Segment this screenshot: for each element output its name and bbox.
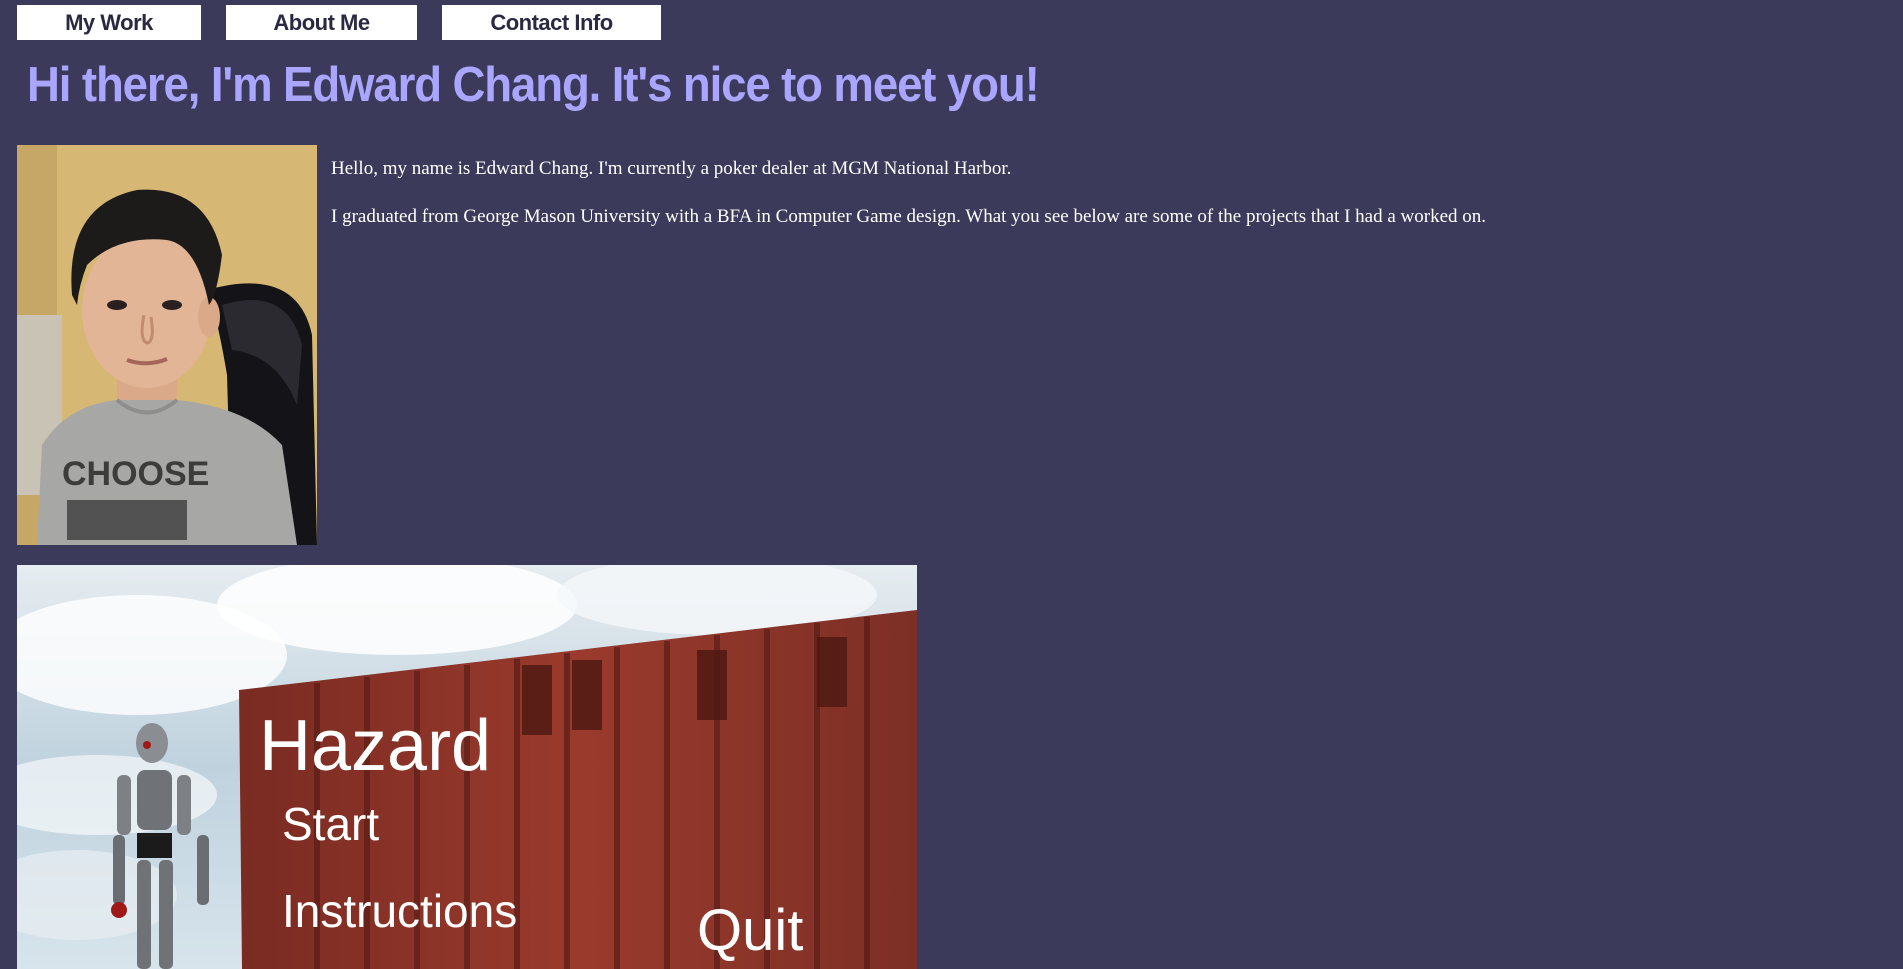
nav-my-work-button[interactable]: My Work <box>17 5 201 40</box>
shirt-graphic-text: CHOOSE <box>62 455 209 493</box>
game-menu-quit: Quit <box>697 898 803 963</box>
nav-about-me-button[interactable]: About Me <box>226 5 417 40</box>
game-menu-instructions: Instructions <box>282 885 517 937</box>
game-title-text: Hazard <box>259 706 491 786</box>
project-screenshot-hazard[interactable]: Hazard Start Instructions Quit <box>17 565 917 969</box>
intro-paragraph-2: I graduated from George Mason University… <box>331 206 1487 227</box>
nav-contact-info-button[interactable]: Contact Info <box>442 5 661 40</box>
profile-photo: CHOOSE <box>17 145 317 545</box>
intro-paragraph-1: Hello, my name is Edward Chang. I'm curr… <box>331 158 1012 179</box>
game-menu-start: Start <box>282 798 379 850</box>
page-title: Hi there, I'm Edward Chang. It's nice to… <box>27 58 1040 112</box>
intro-text: Hello, my name is Edward Chang. I'm curr… <box>331 155 1831 251</box>
